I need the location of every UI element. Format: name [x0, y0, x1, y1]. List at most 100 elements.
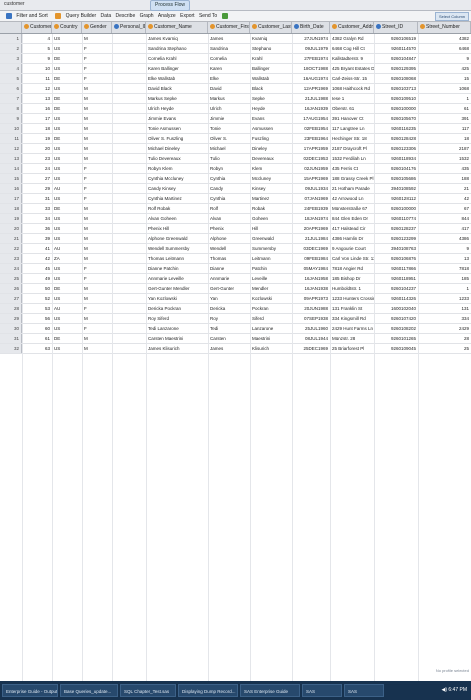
table-cell[interactable] — [112, 124, 146, 133]
table-cell[interactable]: Alvan Goheen — [146, 214, 208, 223]
table-cell[interactable]: 31 — [22, 194, 52, 203]
table-cell[interactable] — [112, 174, 146, 183]
table-cell[interactable]: F — [82, 164, 112, 173]
table-cell[interactable] — [112, 324, 146, 333]
table-cell[interactable]: F — [82, 264, 112, 273]
table-cell[interactable]: Alphone Greenwald — [146, 234, 208, 243]
table-cell[interactable]: 1532 Ferdilah Ln — [330, 154, 374, 163]
table-cell[interactable]: 21JUL1984 — [292, 234, 330, 243]
table-cell[interactable]: M — [82, 84, 112, 93]
row-number[interactable]: 24 — [0, 264, 22, 273]
row-number[interactable]: 26 — [0, 284, 22, 293]
query-builder-button[interactable]: Query Builder — [52, 11, 96, 21]
table-cell[interactable]: Oberstr. 61 — [330, 104, 374, 113]
column-header-gender[interactable]: Gender — [82, 22, 112, 33]
table-cell[interactable]: M — [82, 214, 112, 223]
table-row[interactable]: 4 10 US F Karen Ballinger Karen Ballinger 18OCT… — [0, 64, 471, 74]
table-cell[interactable]: 52 — [22, 294, 52, 303]
table-cell[interactable]: US — [52, 234, 82, 243]
table-cell[interactable]: Phenix Hill — [146, 224, 208, 233]
table-cell[interactable]: Tedi Lanzarone — [146, 324, 208, 333]
table-cell[interactable]: Kozlowski — [250, 294, 292, 303]
table-cell[interactable]: 131 — [418, 304, 471, 313]
table-cell[interactable]: Alphone — [208, 234, 250, 243]
table-row[interactable]: 30 60 US F Tedi Lanzarone Tedi Lanzarone 25JUL1… — [0, 324, 471, 334]
table-cell[interactable]: 25JUL1960 — [292, 324, 330, 333]
table-cell[interactable] — [112, 94, 146, 103]
row-number[interactable]: 31 — [0, 334, 22, 343]
table-cell[interactable]: 4386 Hamlin Dr — [330, 234, 374, 243]
table-cell[interactable]: Hechinger Str. 18 — [330, 134, 374, 143]
table-cell[interactable]: 9260104847 — [374, 54, 418, 63]
table-cell[interactable]: M — [82, 94, 112, 103]
table-cell[interactable]: Kinsey — [250, 184, 292, 193]
table-cell[interactable]: 185 Bishop Dr — [330, 274, 374, 283]
table-cell[interactable]: 334 Kingsmill Rd — [330, 314, 374, 323]
table-cell[interactable] — [112, 144, 146, 153]
table-cell[interactable]: Carl-Zeiss-Str. 15 — [330, 74, 374, 83]
table-cell[interactable]: 2187 — [418, 144, 471, 153]
table-cell[interactable]: ZA — [52, 254, 82, 263]
table-cell[interactable]: US — [52, 84, 82, 93]
table-cell[interactable]: 09JUL1979 — [292, 44, 330, 53]
table-cell[interactable]: 417 — [418, 224, 471, 233]
column-header-street-id[interactable]: Street_ID — [374, 22, 418, 33]
table-cell[interactable] — [112, 54, 146, 63]
table-cell[interactable]: Cynthia — [208, 194, 250, 203]
table-cell[interactable] — [112, 244, 146, 253]
table-cell[interactable]: 391 — [418, 114, 471, 123]
table-cell[interactable]: M — [82, 104, 112, 113]
table-cell[interactable]: 11 — [22, 74, 52, 83]
table-cell[interactable]: 24FEB1939 — [292, 204, 330, 213]
table-cell[interactable]: Heyde — [250, 104, 292, 113]
table-row[interactable]: 5 11 DE F Elke Wallstab Elke Wallstab 16AUG1974… — [0, 74, 471, 84]
table-cell[interactable]: Wendell Summersby — [146, 244, 208, 253]
table-cell[interactable]: 27FEB1974 — [292, 54, 330, 63]
table-cell[interactable]: US — [52, 214, 82, 223]
table-cell[interactable]: Summersby — [250, 244, 292, 253]
table-row[interactable]: 11 19 DE M Oliver S. Fuszling Oliver S. Fuszli… — [0, 134, 471, 144]
table-cell[interactable]: Cornelia — [208, 54, 250, 63]
column-header-birth-date[interactable]: Birth_Date — [292, 22, 330, 33]
table-cell[interactable] — [112, 84, 146, 93]
table-cell[interactable] — [112, 234, 146, 243]
table-cell[interactable]: Carl Von Linde Str. 13 — [330, 254, 374, 263]
table-row[interactable]: 6 12 US M David Black David Black 12APR1969 1068… — [0, 84, 471, 94]
table-cell[interactable]: F — [82, 44, 112, 53]
table-cell[interactable]: 50 — [22, 284, 52, 293]
table-cell[interactable]: 25 — [418, 344, 471, 353]
window-tab-title[interactable]: customer — [4, 1, 25, 7]
table-cell[interactable]: 16JAN1939 — [292, 104, 330, 113]
table-cell[interactable]: Münzstr. 28 — [330, 334, 374, 343]
table-cell[interactable]: 9260123299 — [374, 234, 418, 243]
table-cell[interactable]: 9 — [418, 244, 471, 253]
table-cell[interactable]: M — [82, 144, 112, 153]
table-cell[interactable]: 9260128112 — [374, 194, 418, 203]
column-header-customer-lastname[interactable]: Customer_LastName — [250, 22, 292, 33]
table-cell[interactable]: 41 — [22, 244, 52, 253]
table-cell[interactable] — [112, 284, 146, 293]
table-cell[interactable]: 18JAN1974 — [292, 214, 330, 223]
row-number[interactable]: 4 — [0, 64, 22, 73]
table-cell[interactable]: Gert-Gunter — [208, 284, 250, 293]
table-row[interactable]: 32 63 US M James Klisurich James Klisurich 25DE… — [0, 344, 471, 354]
table-cell[interactable]: 02JUN1959 — [292, 164, 330, 173]
table-cell[interactable]: 435 — [418, 164, 471, 173]
table-cell[interactable]: F — [82, 304, 112, 313]
table-cell[interactable]: 39 — [22, 234, 52, 243]
table-cell[interactable]: Rolf Robak — [146, 204, 208, 213]
table-cell[interactable]: US — [52, 344, 82, 353]
table-cell[interactable]: Tulio — [208, 154, 250, 163]
table-cell[interactable]: 67 — [418, 204, 471, 213]
table-row[interactable]: 17 31 US F Cynthia Martinez Cynthia Martinez 07… — [0, 194, 471, 204]
table-cell[interactable]: 131 Franklin St — [330, 304, 374, 313]
table-cell[interactable]: 117 Langtree Ln — [330, 124, 374, 133]
speaker-icon[interactable]: ◀) — [441, 687, 447, 693]
table-cell[interactable]: Black — [250, 84, 292, 93]
table-cell[interactable]: Markus Sepke — [146, 94, 208, 103]
table-cell[interactable]: Alvan — [208, 214, 250, 223]
table-cell[interactable]: 9260107420 — [374, 314, 418, 323]
table-cell[interactable] — [112, 294, 146, 303]
table-cell[interactable]: Lanzarone — [250, 324, 292, 333]
table-cell[interactable]: Cornelia Krahl — [146, 54, 208, 63]
